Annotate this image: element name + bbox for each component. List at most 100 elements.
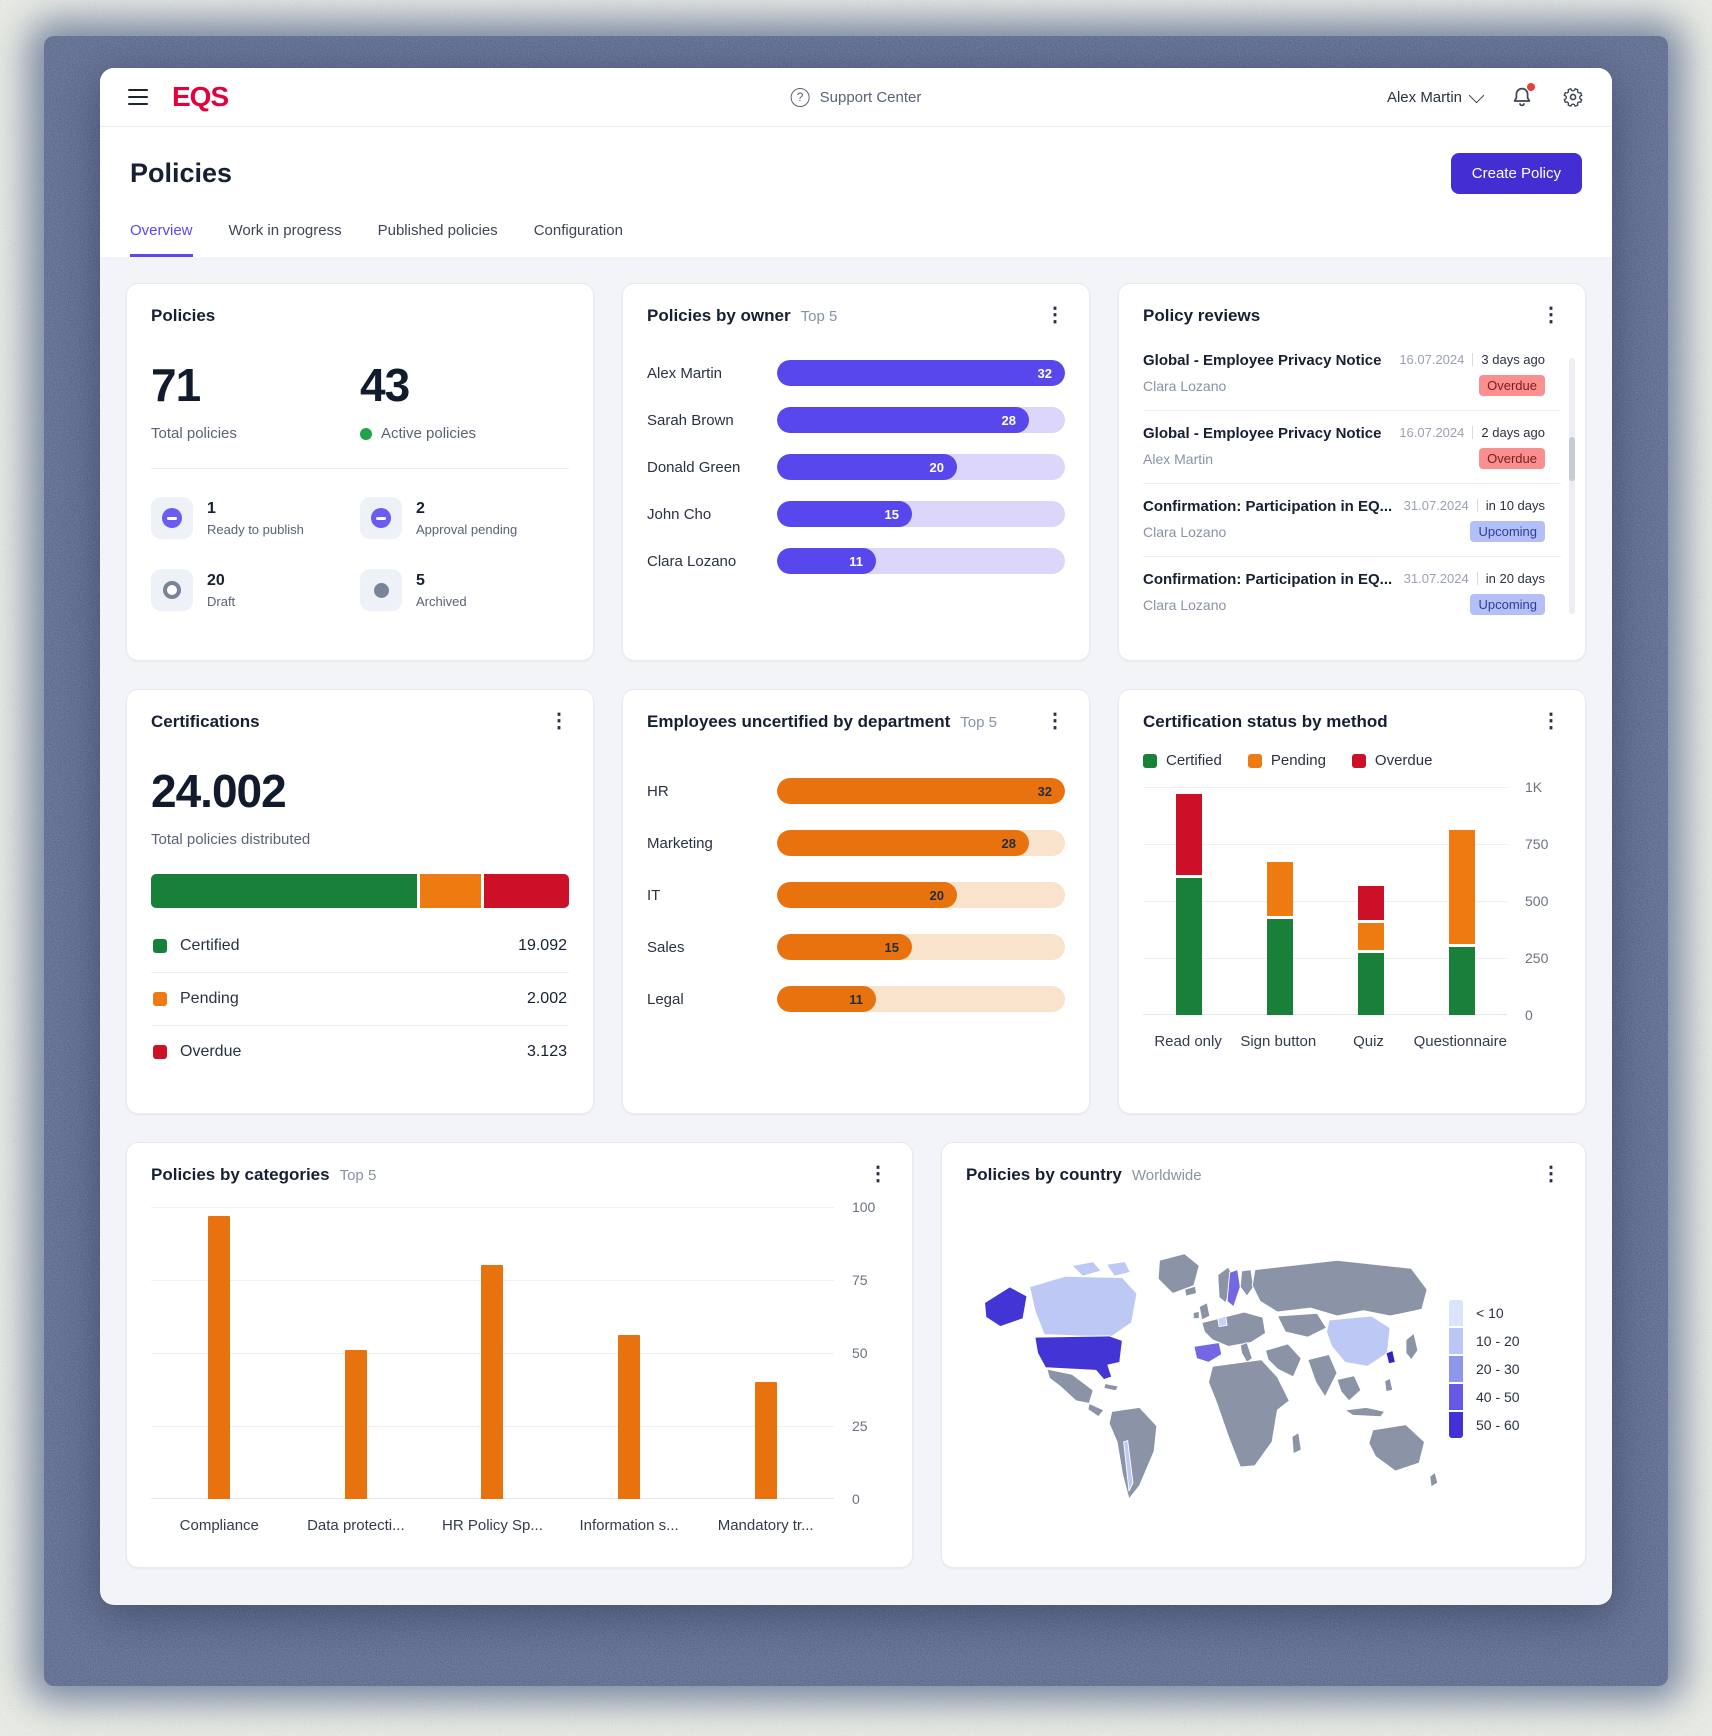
tab-work-in-progress[interactable]: Work in progress bbox=[229, 222, 342, 257]
y-tick: 25 bbox=[851, 1418, 868, 1434]
card-title: Certifications bbox=[151, 712, 260, 731]
legend-label: 10 - 20 bbox=[1476, 1333, 1520, 1349]
divider bbox=[151, 468, 569, 469]
legend-swatch-certified bbox=[1143, 753, 1157, 768]
stat-ready-to-publish: 1 Ready to publish bbox=[151, 497, 360, 539]
bar-label: HR bbox=[647, 782, 669, 800]
support-center-link[interactable]: ? Support Center bbox=[790, 87, 921, 107]
review-owner: Clara Lozano bbox=[1143, 378, 1227, 394]
stack-segment-overdue bbox=[1175, 794, 1202, 876]
status-badge: Overdue bbox=[1479, 375, 1545, 396]
active-policies-label: Active policies bbox=[381, 425, 477, 442]
kebab-menu-icon[interactable]: ⋮ bbox=[1541, 305, 1561, 325]
bar-label: Sarah Brown bbox=[647, 411, 734, 429]
stat-label: Approval pending bbox=[416, 521, 518, 537]
kebab-menu-icon[interactable]: ⋮ bbox=[549, 711, 569, 731]
review-date: 16.07.2024 bbox=[1399, 352, 1465, 367]
minus-circle-icon bbox=[360, 497, 402, 539]
bar-row: John Cho 15 bbox=[647, 501, 1065, 527]
policies-by-country-card: Policies by country Worldwide ⋮ < 10 10 … bbox=[940, 1142, 1586, 1568]
status-badge: Upcoming bbox=[1470, 594, 1545, 615]
page-header: Policies Create Policy Overview Work in … bbox=[100, 126, 1612, 257]
stacked-bar-quiz bbox=[1357, 787, 1384, 1015]
bar-row: Legal 11 bbox=[647, 986, 1065, 1012]
review-relative-time: in 20 days bbox=[1485, 571, 1545, 586]
legend-color-block bbox=[1449, 1384, 1463, 1410]
notifications-button[interactable] bbox=[1512, 83, 1535, 108]
total-policies-label: Total policies bbox=[151, 425, 237, 442]
stat-value: 2 bbox=[416, 499, 425, 517]
legend-label: Overdue bbox=[180, 1043, 242, 1060]
kebab-menu-icon[interactable]: ⋮ bbox=[1045, 711, 1065, 731]
review-item[interactable]: Global - Employee Privacy Notice Clara L… bbox=[1143, 338, 1561, 411]
ring-icon bbox=[151, 569, 193, 611]
hamburger-menu-icon[interactable] bbox=[128, 88, 148, 106]
card-subtitle: Top 5 bbox=[960, 714, 997, 731]
method-y-axis: 1K 750 500 250 0 bbox=[1517, 779, 1561, 1023]
tab-published-policies[interactable]: Published policies bbox=[378, 222, 498, 257]
kebab-menu-icon[interactable]: ⋮ bbox=[1541, 1164, 1561, 1184]
scrollbar-thumb[interactable] bbox=[1569, 437, 1575, 481]
stack-segment-pending bbox=[1266, 861, 1293, 917]
certification-distribution-bar bbox=[151, 874, 569, 908]
map-legend-gradient bbox=[1449, 1300, 1463, 1438]
kebab-menu-icon[interactable]: ⋮ bbox=[868, 1164, 888, 1184]
review-item[interactable]: Global - Employee Privacy Notice Alex Ma… bbox=[1143, 411, 1561, 484]
total-policies-value: 71 bbox=[151, 359, 201, 411]
stack-segment-certified bbox=[1357, 953, 1384, 1015]
legend-color-block bbox=[1449, 1300, 1463, 1326]
tab-overview[interactable]: Overview bbox=[130, 222, 193, 257]
top-bar: EQS ? Support Center Alex Martin bbox=[100, 68, 1612, 126]
card-title: Policies by categories bbox=[151, 1165, 330, 1184]
bar-fill: 28 bbox=[777, 830, 1029, 856]
bar-label: Donald Green bbox=[647, 458, 741, 476]
active-policies-value: 43 bbox=[360, 359, 410, 411]
review-title: Confirmation: Participation in EQ... bbox=[1143, 571, 1393, 588]
active-policies-stat: 43 Active policies bbox=[360, 358, 569, 442]
stacked-bar-sign-button bbox=[1266, 787, 1293, 1015]
legend-label: 50 - 60 bbox=[1476, 1417, 1520, 1433]
review-owner: Clara Lozano bbox=[1143, 597, 1227, 613]
dashboard-content: Policies 71 Total policies 43 Active pol… bbox=[100, 257, 1612, 1605]
review-relative-time: 3 days ago bbox=[1481, 352, 1545, 367]
app-window: EQS ? Support Center Alex Martin Policie… bbox=[100, 68, 1612, 1605]
kebab-menu-icon[interactable]: ⋮ bbox=[1045, 305, 1065, 325]
distribution-segment-certified bbox=[151, 874, 417, 908]
minus-circle-icon bbox=[151, 497, 193, 539]
legend-label: 20 - 30 bbox=[1476, 1361, 1520, 1377]
status-badge: Upcoming bbox=[1470, 521, 1545, 542]
legend-swatch-certified bbox=[153, 939, 167, 953]
legend-row: Certified 19.092 bbox=[151, 920, 569, 973]
review-date: 31.07.2024 bbox=[1403, 498, 1469, 513]
legend-value: 19.092 bbox=[518, 937, 567, 954]
user-menu[interactable]: Alex Martin bbox=[1386, 87, 1485, 106]
review-item[interactable]: Confirmation: Participation in EQ... Cla… bbox=[1143, 484, 1561, 557]
categories-x-axis-labels: Compliance Data protecti... HR Policy Sp… bbox=[151, 1517, 834, 1534]
legend-label: Certified bbox=[180, 937, 240, 954]
user-name: Alex Martin bbox=[1386, 88, 1462, 106]
create-policy-button[interactable]: Create Policy bbox=[1450, 153, 1582, 194]
bar-row: Alex Martin 32 bbox=[647, 360, 1065, 386]
owner-bar-chart: Alex Martin 32 Sarah Brown 28 Donald Gre… bbox=[647, 360, 1065, 574]
review-item[interactable]: Confirmation: Participation in EQ... Cla… bbox=[1143, 557, 1561, 629]
category-bar-hr-policy bbox=[481, 1265, 504, 1499]
map-legend: < 10 10 - 20 20 - 30 40 - 50 50 - 60 bbox=[1449, 1300, 1561, 1438]
eqs-logo[interactable]: EQS bbox=[172, 81, 229, 113]
method-chart-legend: Certified Pending Overdue bbox=[1143, 752, 1561, 769]
kebab-menu-icon[interactable]: ⋮ bbox=[1541, 711, 1561, 731]
world-map[interactable] bbox=[966, 1193, 1443, 1545]
certifications-total-label: Total policies distributed bbox=[151, 831, 311, 848]
tab-configuration[interactable]: Configuration bbox=[534, 222, 623, 257]
bar-label: Alex Martin bbox=[647, 364, 723, 382]
categories-chart-plot bbox=[151, 1207, 834, 1499]
card-subtitle: Worldwide bbox=[1131, 1167, 1202, 1184]
legend-color-block bbox=[1449, 1412, 1463, 1438]
x-label: Questionnaire bbox=[1413, 1033, 1507, 1050]
policy-reviews-card: Policy reviews ⋮ Global - Employee Priva… bbox=[1118, 283, 1586, 661]
review-date: 31.07.2024 bbox=[1403, 571, 1469, 586]
distribution-segment-pending bbox=[419, 874, 481, 908]
settings-button[interactable] bbox=[1562, 86, 1584, 108]
stack-segment-certified bbox=[1448, 946, 1475, 1015]
scrollbar-track[interactable] bbox=[1569, 358, 1575, 614]
stat-value: 20 bbox=[207, 571, 225, 589]
